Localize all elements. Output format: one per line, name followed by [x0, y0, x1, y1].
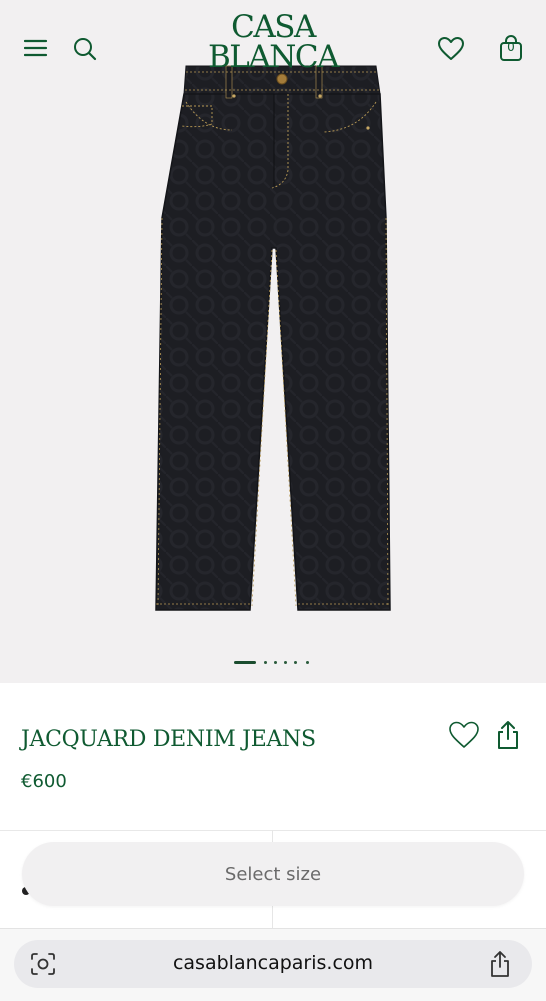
share-icon[interactable] — [496, 720, 520, 750]
visual-lookup-icon[interactable] — [30, 952, 56, 976]
menu-icon[interactable] — [24, 38, 48, 58]
pagination-dot[interactable] — [264, 661, 267, 664]
heart-icon[interactable] — [437, 36, 465, 62]
pagination-dot[interactable] — [284, 661, 287, 664]
pagination-dot[interactable] — [294, 661, 297, 664]
pagination-dot-active[interactable] — [234, 661, 256, 664]
brand-logo[interactable]: CASA BLANCA — [198, 9, 348, 75]
pagination-dot[interactable] — [306, 661, 309, 664]
wishlist-heart-icon[interactable] — [448, 720, 480, 750]
browser-share-icon[interactable] — [488, 950, 512, 978]
product-title: JACQUARD DENIM JEANS — [21, 727, 316, 752]
logo-line-1: CASA — [231, 9, 316, 45]
url-text[interactable]: casablancaparis.com — [100, 952, 446, 974]
cart-count-badge: 0 — [507, 40, 515, 54]
product-price: €600 — [21, 771, 67, 792]
product-image-jeans — [155, 65, 391, 611]
select-size-button[interactable]: Select size — [22, 842, 524, 906]
product-image-gallery[interactable] — [0, 0, 546, 683]
search-icon[interactable] — [72, 36, 98, 62]
product-info-section — [0, 683, 546, 830]
pagination-dot[interactable] — [274, 661, 277, 664]
logo-line-2: BLANCA — [208, 39, 340, 75]
